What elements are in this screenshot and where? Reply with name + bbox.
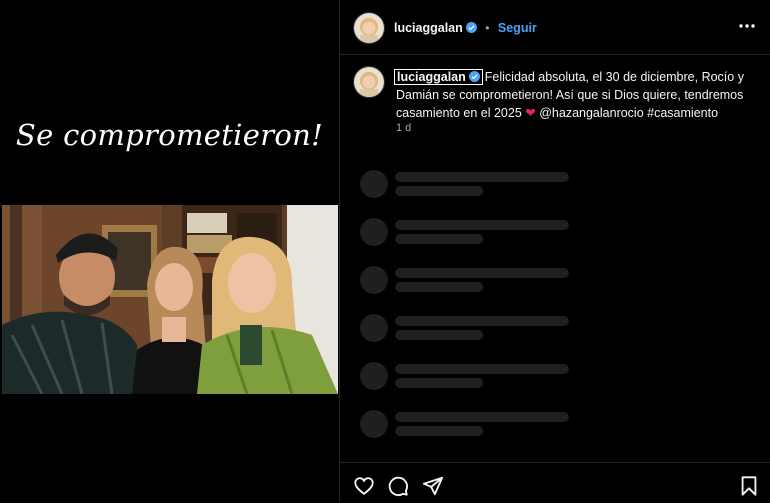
verified-badge-icon — [463, 19, 477, 36]
comment-skeleton — [360, 362, 580, 392]
comment-skeleton — [360, 410, 580, 440]
caption-username[interactable]: luciaggalan — [397, 70, 466, 84]
follow-button[interactable]: Seguir — [498, 21, 537, 35]
paper-plane-icon[interactable] — [422, 475, 444, 497]
bookmark-icon[interactable] — [738, 475, 760, 497]
more-options-icon[interactable] — [737, 18, 757, 34]
post-time[interactable]: 1 d — [396, 122, 411, 134]
caption-avatar[interactable] — [353, 66, 385, 98]
media-overlay-text: Se comprometieron! — [15, 118, 324, 152]
hashtag-link[interactable]: #casamiento — [647, 106, 718, 120]
avatar-image — [354, 67, 384, 97]
avatar[interactable] — [353, 12, 385, 44]
post-details-panel: luciaggalan • Seguir luciaggalan Felicida… — [339, 0, 770, 502]
mention-link[interactable]: @hazangalanrocio — [539, 106, 643, 120]
verified-badge-icon — [466, 70, 480, 84]
caption-text: luciaggalan Felicidad absoluta, el 30 de … — [394, 68, 756, 122]
post-header: luciaggalan • Seguir — [340, 0, 770, 55]
dot-separator: • — [485, 21, 490, 35]
comment-skeleton — [360, 170, 580, 200]
post-media[interactable]: Se comprometieron! — [0, 0, 339, 502]
action-bar — [340, 462, 770, 503]
comment-skeleton — [360, 218, 580, 248]
comment-icon[interactable] — [387, 475, 409, 497]
post-photo[interactable] — [2, 205, 338, 394]
comment-skeleton — [360, 266, 580, 296]
heart-outline-icon[interactable] — [353, 475, 375, 497]
engagement-photo — [2, 205, 338, 394]
heart-emoji-icon: ❤ — [525, 106, 536, 120]
header-user-line: luciaggalan • Seguir — [394, 19, 537, 37]
header-username[interactable]: luciaggalan — [394, 21, 463, 35]
avatar-image — [354, 13, 384, 43]
caption-username-wrap[interactable]: luciaggalan — [394, 69, 483, 85]
comment-skeleton — [360, 314, 580, 344]
